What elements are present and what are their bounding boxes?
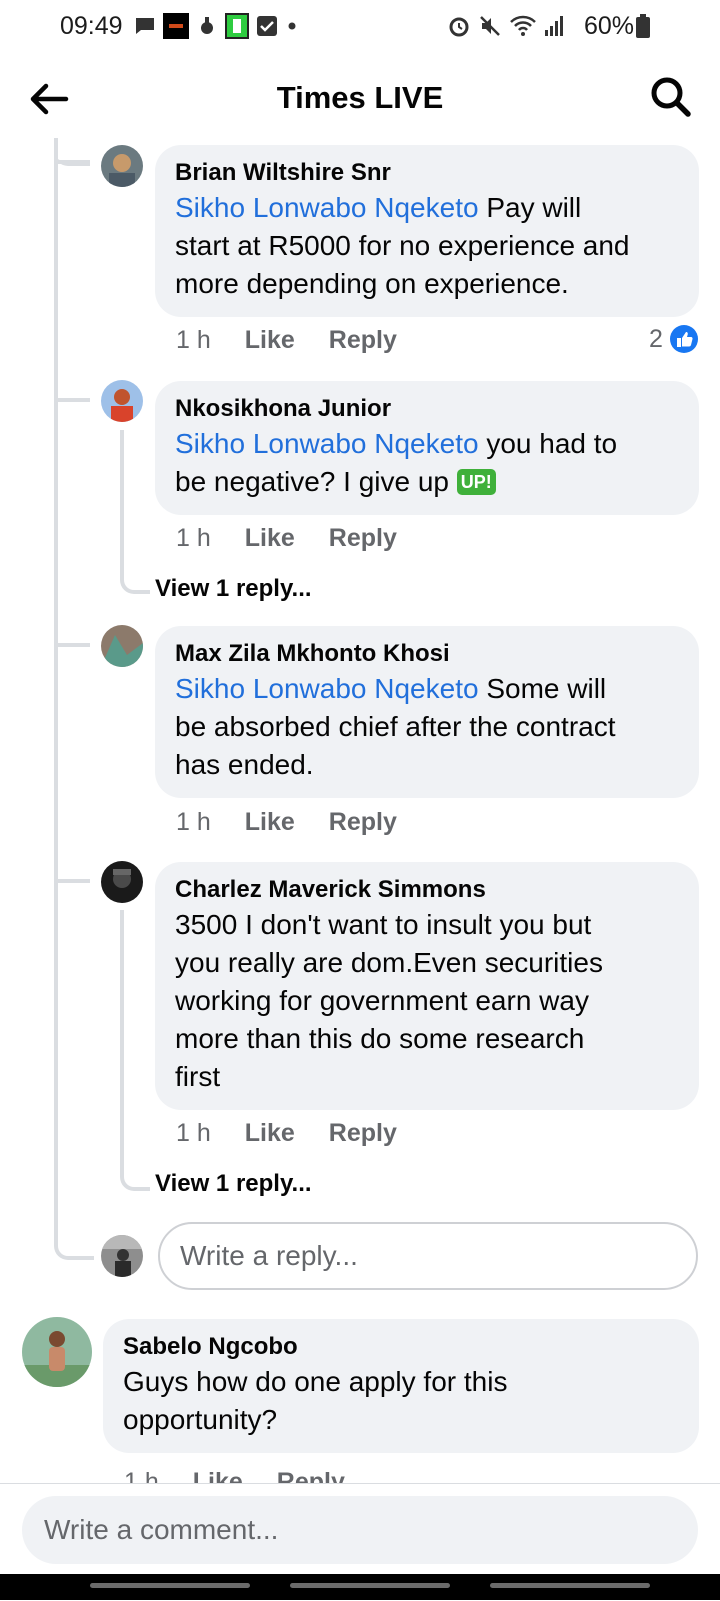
nav-recents-indicator[interactable]: [90, 1583, 250, 1588]
reply-button[interactable]: Reply: [329, 1119, 397, 1148]
avatar-photo: [101, 861, 143, 903]
like-button[interactable]: Like: [245, 808, 295, 837]
avatar[interactable]: [22, 1317, 92, 1387]
comment-text: be negative? I give up UP!: [175, 463, 679, 501]
system-nav-bar: [0, 1574, 720, 1600]
mention-link[interactable]: Sikho Lonwabo Nqeketo: [175, 192, 479, 223]
avatar[interactable]: [101, 625, 143, 667]
comment-time: 1 h: [176, 1119, 211, 1147]
app-thumbnail-icon: [163, 13, 189, 39]
avatar[interactable]: [101, 380, 143, 422]
view-replies-link[interactable]: View 1 reply...: [155, 1170, 312, 1198]
like-button[interactable]: Like: [245, 524, 295, 553]
dot-icon: [288, 22, 296, 30]
notification-icons: [134, 13, 299, 39]
comment-text: 3500 I don't want to insult you but: [175, 909, 592, 940]
status-time: 09:49: [60, 12, 123, 40]
comment-input[interactable]: Write a comment...: [22, 1496, 698, 1564]
comment-bubble: Max Zila Mkhonto Khosi Sikho Lonwabo Nqe…: [155, 626, 699, 798]
like-reaction-icon: [669, 325, 698, 353]
comment-text: opportunity?: [123, 1404, 278, 1435]
nav-back-indicator[interactable]: [490, 1583, 650, 1588]
comment-text: Sikho Lonwabo Nqeketo Some will: [175, 673, 607, 704]
comment-text: you really are dom.Even securities: [175, 947, 603, 978]
comment-author[interactable]: Nkosikhona Junior: [175, 393, 679, 425]
avatar-photo: [101, 1235, 143, 1277]
phone-battery-icon: [225, 13, 249, 39]
thread-connector: [54, 1190, 94, 1260]
comment-time: 1 h: [176, 808, 211, 836]
comment-text: first: [175, 1061, 221, 1092]
avatar[interactable]: [101, 145, 143, 187]
reply-button[interactable]: Reply: [329, 808, 397, 837]
comment-bubble: Sabelo Ngcobo Guys how do one apply for …: [103, 1319, 699, 1453]
comment-author[interactable]: Max Zila Mkhonto Khosi: [175, 638, 679, 670]
message-icon: [136, 18, 154, 34]
comment-bubble: Nkosikhona Junior Sikho Lonwabo Nqeketo …: [155, 381, 699, 515]
comment-text: more than this do some research: [175, 1023, 585, 1054]
avatar-photo: [22, 1317, 92, 1387]
battery-icon: [636, 14, 650, 38]
thread-connector: [120, 430, 150, 594]
comment-author[interactable]: Brian Wiltshire Snr: [175, 157, 679, 189]
avatar-photo: [101, 145, 143, 187]
comment-actions: 1 h Like Reply: [176, 524, 431, 553]
avatar[interactable]: [101, 861, 143, 903]
comment-text: Sikho Lonwabo Nqeketo you had to: [175, 428, 618, 459]
page-title: Times LIVE: [276, 80, 444, 115]
search-icon[interactable]: [648, 74, 694, 120]
mention-link[interactable]: Sikho Lonwabo Nqeketo: [175, 428, 479, 459]
avatar-photo: [101, 625, 143, 667]
reply-button[interactable]: Reply: [329, 524, 397, 553]
app-bar: Times LIVE: [0, 58, 720, 138]
app-icon: [201, 17, 213, 34]
comment-time: 1 h: [176, 524, 211, 552]
comment-placeholder: Write a comment...: [44, 1514, 279, 1545]
comment-text: has ended.: [175, 749, 314, 780]
battery-level: 60%: [583, 12, 634, 40]
comment-author[interactable]: Sabelo Ngcobo: [123, 1331, 679, 1363]
comment-text: more depending on experience.: [175, 268, 569, 299]
comment-text: Guys how do one apply for this: [123, 1366, 508, 1397]
comment-text: working for government earn way: [175, 985, 589, 1016]
comment-actions: 1 h Like Reply: [176, 808, 431, 837]
comment-actions: 1 h Like Reply: [176, 1119, 431, 1148]
thread-line-main: [54, 138, 58, 1218]
checkbox-icon: [257, 16, 277, 36]
signal-icon: [545, 16, 563, 36]
thread-connector: [58, 643, 90, 647]
comment-time: 1 h: [176, 326, 211, 354]
reply-input[interactable]: Write a reply...: [158, 1222, 698, 1290]
up-emoji: UP!: [456, 469, 496, 495]
comment-author[interactable]: Charlez Maverick Simmons: [175, 874, 679, 906]
comment-bubble: Brian Wiltshire Snr Sikho Lonwabo Nqeket…: [155, 145, 699, 317]
avatar-photo: [101, 380, 143, 422]
alarm-icon: [449, 17, 469, 37]
mute-icon: [480, 16, 500, 36]
status-bar: 09:49 60%: [0, 0, 720, 54]
reply-button[interactable]: Reply: [329, 326, 397, 355]
comment-bubble: Charlez Maverick Simmons 3500 I don't wa…: [155, 862, 699, 1110]
thread-connector: [58, 398, 90, 402]
thread-connector: [120, 910, 150, 1191]
wifi-icon: [510, 15, 536, 36]
thread-connector: [58, 160, 90, 164]
comment-text: start at R5000 for no experience and: [175, 230, 630, 261]
like-button[interactable]: Like: [245, 326, 295, 355]
comment-text: Sikho Lonwabo Nqeketo Pay will: [175, 192, 582, 223]
reply-placeholder: Write a reply...: [180, 1240, 358, 1271]
comment-text: be absorbed chief after the contract: [175, 711, 616, 742]
nav-home-indicator[interactable]: [290, 1583, 450, 1588]
system-icons: [447, 13, 564, 39]
current-user-avatar: [101, 1235, 143, 1277]
view-replies-link[interactable]: View 1 reply...: [155, 575, 312, 603]
mention-link[interactable]: Sikho Lonwabo Nqeketo: [175, 673, 479, 704]
comment-actions: 1 h Like Reply: [176, 326, 431, 355]
thread-connector: [58, 879, 90, 883]
like-button[interactable]: Like: [245, 1119, 295, 1148]
reaction-count[interactable]: 2: [649, 324, 699, 354]
